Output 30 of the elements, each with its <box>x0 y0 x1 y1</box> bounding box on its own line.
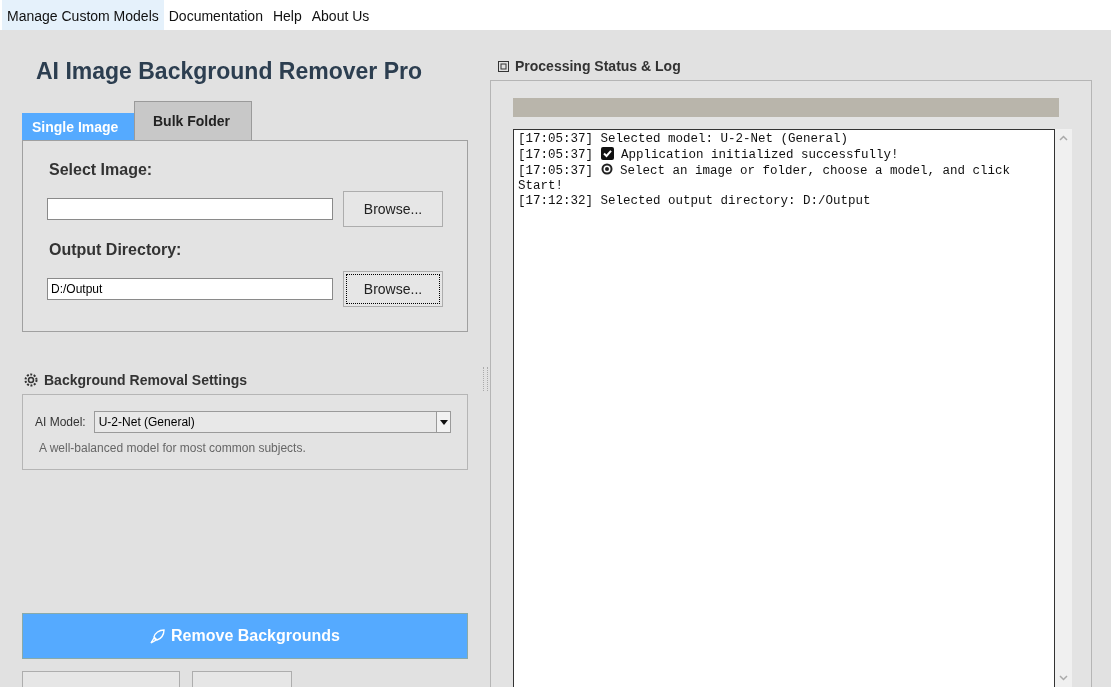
scroll-down-icon[interactable] <box>1059 675 1068 681</box>
tab[interactable]: Bulk Folder <box>134 101 252 140</box>
splitter-grip[interactable] <box>482 366 488 391</box>
app-title: AI Image Background Remover Pro <box>36 58 423 85</box>
browse-button[interactable]: Browse... <box>343 191 443 227</box>
model-label: AI Model: <box>35 415 86 429</box>
section-heading: Background Removal Settings <box>44 372 248 388</box>
output-path-field[interactable]: D:/Output <box>47 278 333 300</box>
menu-item[interactable]: Documentation <box>163 0 268 30</box>
model-description: A well-balanced model for most common subjects. <box>39 441 307 455</box>
target-icon <box>600 163 613 175</box>
section-heading: Processing Status & Log <box>515 58 681 74</box>
menu-item[interactable]: Help <box>267 0 307 30</box>
log-line: [17:05:37] Application initialized successfully! <box>518 147 900 163</box>
menu-item[interactable]: Manage Custom Models <box>2 0 164 30</box>
image-path-field[interactable] <box>47 198 333 220</box>
field-label: Select Image: <box>49 161 154 179</box>
dropdown-arrow-icon <box>439 419 448 425</box>
model-dropdown[interactable]: U-2-Net (General) <box>93 411 451 433</box>
browse-button[interactable]: Browse... <box>343 271 443 307</box>
menu-item[interactable]: About Us <box>306 0 375 30</box>
scroll-up-icon[interactable] <box>1059 135 1068 141</box>
field-label: Output Directory: <box>49 241 183 259</box>
log-line: [17:05:37] Select an image or folder, choose a model, and click Start! <box>518 163 1012 194</box>
box-icon <box>498 60 509 72</box>
scrollbar[interactable] <box>1055 129 1072 687</box>
log-line: [17:12:32] Selected output directory: D:/Output <box>518 194 872 209</box>
checkmark-icon <box>600 147 614 160</box>
log-line: [17:05:37] Selected model: U-2-Net (General) <box>518 132 850 147</box>
gear-icon <box>24 373 38 387</box>
